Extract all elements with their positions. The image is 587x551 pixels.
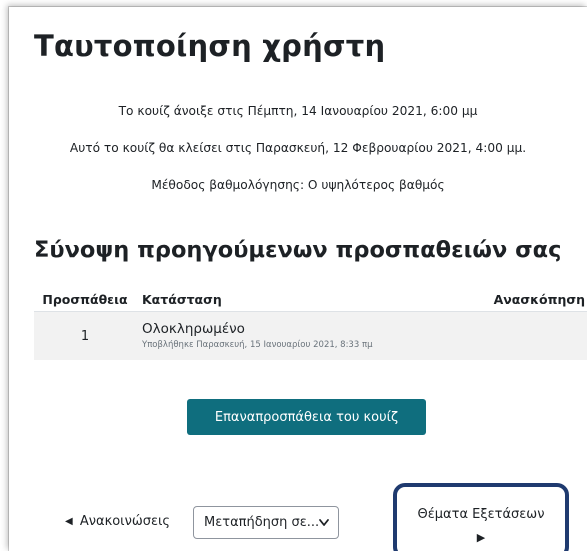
attempts-table: Προσπάθεια Κατάσταση Ανασκόπηση 1 Ολοκλη… bbox=[34, 287, 587, 360]
column-header-attempt: Προσπάθεια bbox=[34, 287, 136, 312]
previous-activity-link[interactable]: ◀ Ανακοινώσεις bbox=[65, 514, 170, 529]
attempt-review-cell bbox=[455, 311, 587, 360]
quiz-close-info: Αυτό το κουίζ θα κλείσει στις Παρασκευή,… bbox=[69, 141, 527, 155]
attempt-number: 1 bbox=[34, 311, 136, 360]
attempt-state-cell: Ολοκληρωμένο Υποβλήθηκε Παρασκευή, 15 Ια… bbox=[136, 311, 456, 360]
jump-to-select[interactable]: Μεταπήδηση σε... bbox=[193, 506, 339, 539]
column-header-state: Κατάσταση bbox=[136, 287, 456, 312]
attempts-summary-heading: Σύνοψη προηγούμενων προσπαθειών σας bbox=[34, 237, 562, 263]
chevron-down-icon bbox=[319, 519, 329, 526]
retry-quiz-button[interactable]: Επαναπροσπάθεια του κουίζ bbox=[187, 399, 426, 435]
table-row: 1 Ολοκληρωμένο Υποβλήθηκε Παρασκευή, 15 … bbox=[34, 311, 587, 360]
left-arrow-icon: ◀ bbox=[65, 516, 73, 527]
jump-to-selected-value: Μεταπήδηση σε... bbox=[204, 515, 320, 530]
attempt-state: Ολοκληρωμένο bbox=[142, 320, 245, 337]
next-activity-link[interactable]: Θέματα Εξετάσεων ▶ bbox=[393, 483, 569, 551]
attempt-submitted-time: Υποβλήθηκε Παρασκευή, 15 Ιανουαρίου 2021… bbox=[142, 339, 373, 350]
right-arrow-icon: ▶ bbox=[476, 531, 486, 544]
previous-activity-label: Ανακοινώσεις bbox=[79, 514, 171, 529]
quiz-page: Ταυτοποίηση χρήστη Το κουίζ άνοιξε στις … bbox=[9, 7, 587, 551]
page-title: Ταυτοποίηση χρήστη bbox=[34, 29, 386, 63]
quiz-open-info: Το κουίζ άνοιξε στις Πέμπτη, 14 Ιανουαρί… bbox=[118, 104, 478, 118]
next-activity-label: Θέματα Εξετάσεων bbox=[417, 507, 545, 522]
grading-method-info: Μέθοδος βαθμολόγησης: Ο υψηλότερος βαθμό… bbox=[151, 178, 445, 192]
column-header-review: Ανασκόπηση bbox=[455, 287, 587, 312]
table-header-row: Προσπάθεια Κατάσταση Ανασκόπηση bbox=[34, 287, 587, 312]
